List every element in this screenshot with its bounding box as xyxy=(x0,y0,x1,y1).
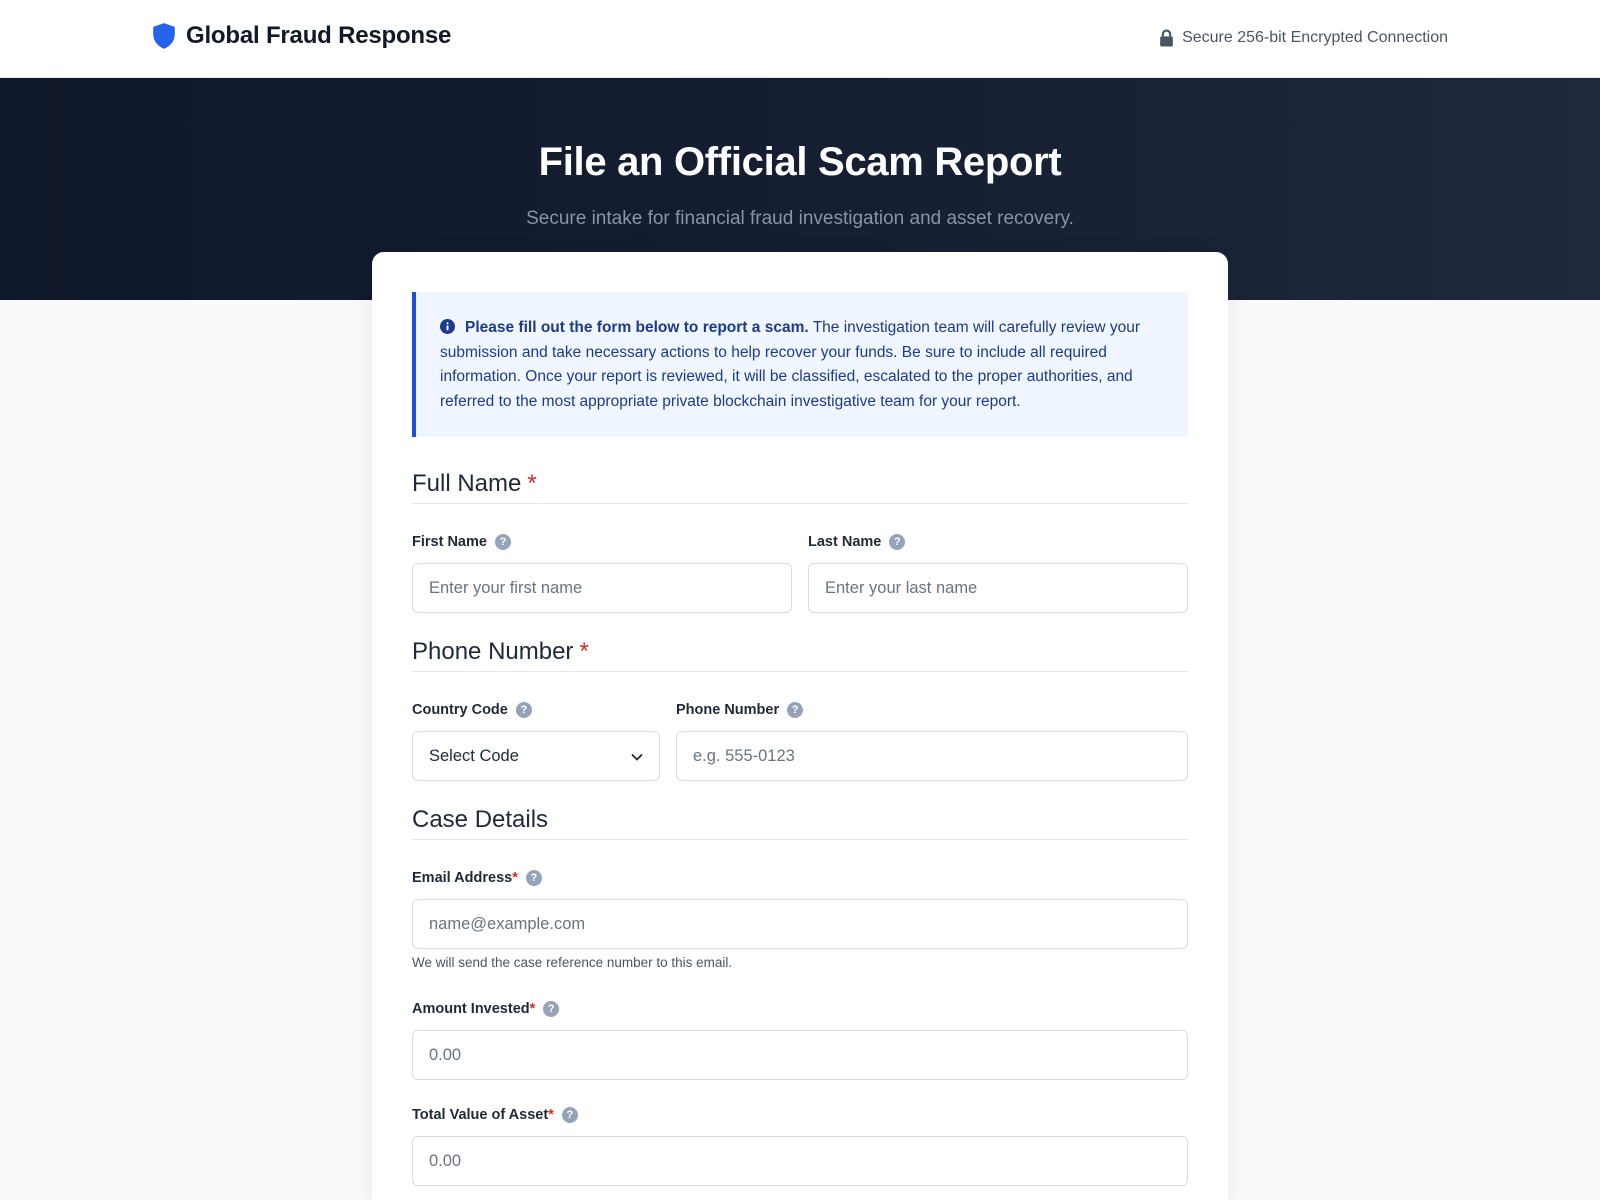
amount-invested-label-text: Amount Invested* xyxy=(412,1001,535,1017)
help-icon[interactable]: ? xyxy=(787,702,804,718)
page-title: File an Official Scam Report xyxy=(538,140,1062,184)
required-marker: * xyxy=(512,870,518,886)
last-name-label-text: Last Name xyxy=(808,534,882,550)
notice-lead: Please fill out the form below to report… xyxy=(465,319,809,336)
section-title: Phone Number xyxy=(412,638,574,665)
chevron-down-icon xyxy=(631,747,643,766)
secure-connection-text: Secure 256-bit Encrypted Connection xyxy=(1182,29,1448,46)
email-label: Email Address* ? xyxy=(412,870,542,886)
page-subtitle: Secure intake for financial fraud invest… xyxy=(526,208,1074,229)
country-code-value: Select Code xyxy=(429,746,519,765)
required-marker: * xyxy=(548,1107,554,1123)
total-value-label: Total Value of Asset* ? xyxy=(412,1107,578,1123)
brand[interactable]: Global Fraud Response xyxy=(151,22,451,50)
section-full-name: Full Name * xyxy=(412,470,1188,504)
help-icon[interactable]: ? xyxy=(515,702,532,718)
country-code-label-text: Country Code xyxy=(412,702,508,718)
section-title: Case Details xyxy=(412,806,549,833)
country-code-label: Country Code ? xyxy=(412,702,532,718)
required-marker: * xyxy=(529,1001,536,1017)
email-label-name: Email Address xyxy=(412,870,513,886)
phone-number-label: Phone Number ? xyxy=(676,702,804,718)
first-name-input[interactable] xyxy=(412,563,792,613)
total-value-input[interactable] xyxy=(412,1136,1188,1186)
required-marker: * xyxy=(579,638,589,665)
phone-number-label-text: Phone Number xyxy=(676,702,780,718)
help-icon[interactable]: ? xyxy=(561,1107,578,1123)
help-icon[interactable]: ? xyxy=(889,534,906,550)
help-icon[interactable]: ? xyxy=(543,1001,560,1017)
top-bar: Global Fraud Response Secure 256-bit Enc… xyxy=(0,0,1600,78)
section-phone-number: Phone Number * xyxy=(412,638,1188,672)
first-name-label: First Name ? xyxy=(412,534,511,550)
first-name-label-text: First Name xyxy=(412,534,487,550)
amount-invested-input[interactable] xyxy=(412,1030,1188,1080)
brand-name: Global Fraud Response xyxy=(186,22,452,49)
total-value-label-text: Total Value of Asset* xyxy=(412,1107,554,1123)
country-code-select[interactable]: Select Code xyxy=(412,731,660,781)
report-form-card: Please fill out the form below to report… xyxy=(372,252,1228,1200)
help-icon[interactable]: ? xyxy=(494,534,511,550)
info-notice: Please fill out the form below to report… xyxy=(412,292,1188,437)
total-value-label-name: Total Value of Asset xyxy=(412,1107,549,1123)
secure-connection-indicator: Secure 256-bit Encrypted Connection xyxy=(1159,29,1448,47)
info-icon xyxy=(440,318,455,334)
email-input[interactable] xyxy=(412,899,1188,949)
section-case-details: Case Details xyxy=(412,806,1188,840)
section-title: Full Name xyxy=(412,470,522,497)
last-name-label: Last Name ? xyxy=(808,534,906,550)
help-icon[interactable]: ? xyxy=(525,870,542,886)
lock-icon xyxy=(1159,29,1174,47)
amount-invested-label: Amount Invested* ? xyxy=(412,1001,560,1017)
amount-invested-label-name: Amount Invested xyxy=(412,1001,530,1017)
email-hint: We will send the case reference number t… xyxy=(412,955,733,970)
email-label-text: Email Address* xyxy=(412,870,518,886)
last-name-input[interactable] xyxy=(808,563,1188,613)
shield-icon xyxy=(151,22,177,50)
phone-number-input[interactable] xyxy=(676,731,1188,781)
required-marker: * xyxy=(527,470,537,497)
